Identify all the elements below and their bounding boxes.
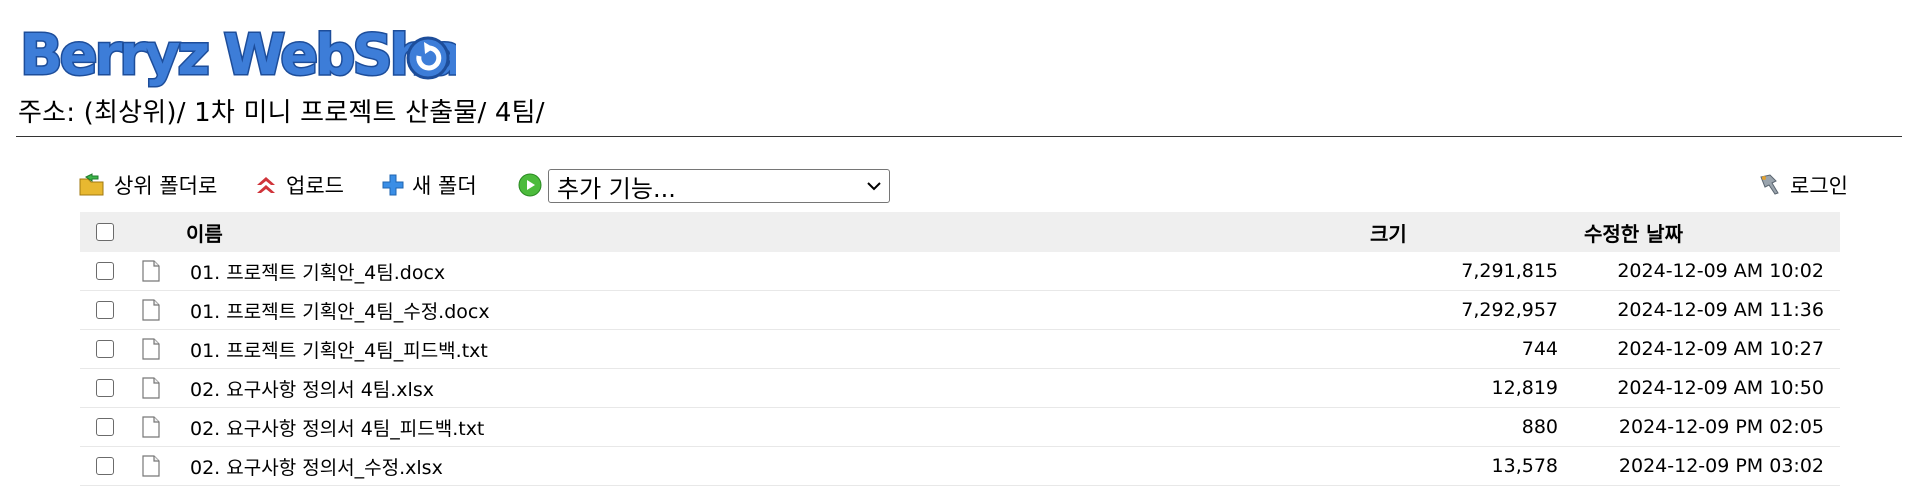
table-row[interactable]: 02. 요구사항 정의서_수정.xlsx 13,578 2024-12-09 P… bbox=[80, 447, 1840, 486]
row-checkbox[interactable] bbox=[96, 301, 114, 319]
file-size: 13,578 bbox=[1491, 455, 1558, 477]
login-button[interactable]: 로그인 bbox=[1758, 170, 1848, 200]
file-date: 2024-12-09 AM 10:02 bbox=[1617, 260, 1824, 282]
file-name[interactable]: 02. 요구사항 정의서_수정.xlsx bbox=[190, 447, 443, 485]
file-date: 2024-12-09 PM 03:02 bbox=[1618, 455, 1824, 477]
file-icon bbox=[142, 299, 160, 321]
chevron-down-icon bbox=[867, 182, 881, 191]
more-functions-select[interactable]: 추가 기능... bbox=[548, 169, 890, 203]
table-row[interactable]: 01. 프로젝트 기획안_4팀_수정.docx 7,292,957 2024-1… bbox=[80, 291, 1840, 330]
more-functions-value: 추가 기능... bbox=[557, 174, 676, 203]
file-icon bbox=[142, 377, 160, 399]
file-icon bbox=[142, 416, 160, 438]
header-name[interactable]: 이름 bbox=[186, 212, 223, 252]
table-row[interactable]: 02. 요구사항 정의서 4팀.xlsx 12,819 2024-12-09 A… bbox=[80, 369, 1840, 408]
file-size: 744 bbox=[1521, 338, 1558, 360]
file-name[interactable]: 02. 요구사항 정의서 4팀.xlsx bbox=[190, 369, 434, 407]
new-folder-button[interactable]: 새 폴더 bbox=[382, 170, 477, 200]
file-name[interactable]: 01. 프로젝트 기획안_4팀_피드백.txt bbox=[190, 330, 488, 368]
table-header: 이름 크기 수정한 날짜 bbox=[80, 212, 1840, 252]
address-path[interactable]: (최상위)/ 1차 미니 프로젝트 산출물/ 4팀/ bbox=[84, 98, 545, 128]
row-checkbox[interactable] bbox=[96, 340, 114, 358]
folder-up-icon bbox=[79, 173, 104, 196]
table-row[interactable]: 02. 요구사항 정의서 4팀_피드백.txt 880 2024-12-09 P… bbox=[80, 408, 1840, 447]
row-checkbox[interactable] bbox=[96, 457, 114, 475]
play-circle-icon bbox=[518, 173, 542, 197]
file-name[interactable]: 02. 요구사항 정의서 4팀_피드백.txt bbox=[190, 408, 484, 446]
login-label: 로그인 bbox=[1790, 174, 1848, 198]
address-bar: 주소: (최상위)/ 1차 미니 프로젝트 산출물/ 4팀/ bbox=[18, 96, 545, 130]
new-folder-label: 새 폴더 bbox=[412, 174, 477, 198]
svg-text:Berryz WebShare: Berryz WebShare bbox=[20, 23, 456, 88]
file-date: 2024-12-09 AM 11:36 bbox=[1617, 299, 1824, 321]
row-checkbox[interactable] bbox=[96, 418, 114, 436]
address-label: 주소: bbox=[18, 98, 76, 128]
divider bbox=[16, 136, 1902, 137]
file-name[interactable]: 01. 프로젝트 기획안_4팀.docx bbox=[190, 252, 445, 290]
berryz-webshare-logo: Berryz WebShare bbox=[16, 12, 527, 92]
file-icon bbox=[142, 338, 160, 360]
up-folder-button[interactable]: 상위 폴더로 bbox=[78, 170, 217, 200]
file-size: 12,819 bbox=[1491, 377, 1558, 399]
file-icon bbox=[142, 260, 160, 282]
toolbar: 상위 폴더로 업로드 새 폴더 추가 기능... 로그인 bbox=[78, 166, 1848, 206]
select-all-checkbox[interactable] bbox=[96, 223, 114, 241]
upload-label: 업로드 bbox=[286, 174, 344, 198]
plus-icon bbox=[382, 174, 404, 196]
file-date: 2024-12-09 PM 02:05 bbox=[1618, 416, 1824, 438]
file-icon bbox=[142, 455, 160, 477]
header-size[interactable]: 크기 bbox=[1370, 212, 1407, 252]
more-icon-wrap bbox=[518, 170, 542, 200]
file-size: 7,292,957 bbox=[1461, 299, 1558, 321]
row-checkbox[interactable] bbox=[96, 379, 114, 397]
file-size: 880 bbox=[1521, 416, 1558, 438]
file-name[interactable]: 01. 프로젝트 기획안_4팀_수정.docx bbox=[190, 291, 490, 329]
file-size: 7,291,815 bbox=[1461, 260, 1558, 282]
header-date[interactable]: 수정한 날짜 bbox=[1584, 212, 1683, 252]
table-row[interactable]: 01. 프로젝트 기획안_4팀_피드백.txt 744 2024-12-09 A… bbox=[80, 330, 1840, 369]
file-date: 2024-12-09 AM 10:27 bbox=[1617, 338, 1824, 360]
double-chevron-up-icon bbox=[257, 177, 275, 193]
file-table: 이름 크기 수정한 날짜 01. 프로젝트 기획안_4팀.docx 7,291,… bbox=[80, 212, 1840, 486]
upload-button[interactable]: 업로드 bbox=[254, 170, 344, 200]
login-key-icon bbox=[1760, 174, 1779, 195]
table-row[interactable]: 01. 프로젝트 기획안_4팀.docx 7,291,815 2024-12-0… bbox=[80, 252, 1840, 291]
up-folder-label: 상위 폴더로 bbox=[114, 174, 218, 198]
file-date: 2024-12-09 AM 10:50 bbox=[1617, 377, 1824, 399]
row-checkbox[interactable] bbox=[96, 262, 114, 280]
